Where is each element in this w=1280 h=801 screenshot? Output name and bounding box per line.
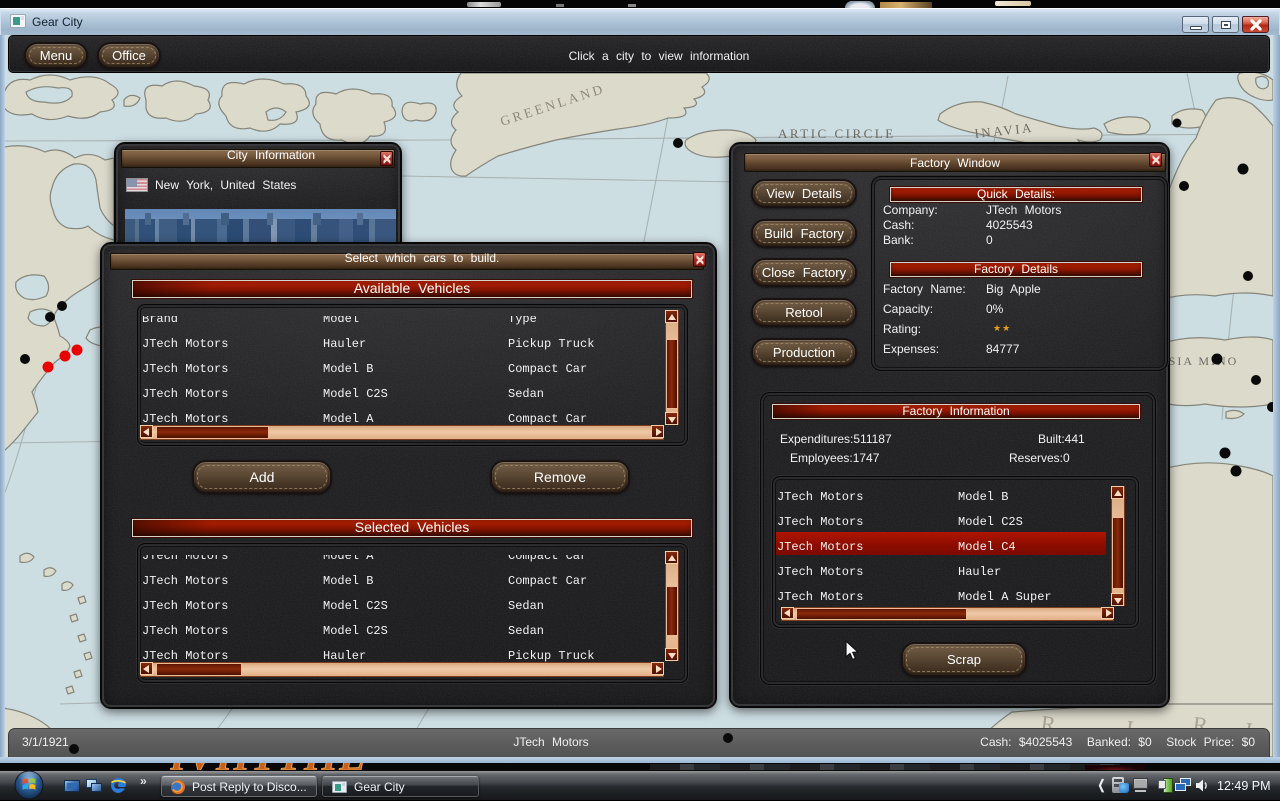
svg-text:ARTIC CIRCLE: ARTIC CIRCLE <box>778 126 896 141</box>
svg-text:ASIA MINO: ASIA MINO <box>1158 354 1238 368</box>
